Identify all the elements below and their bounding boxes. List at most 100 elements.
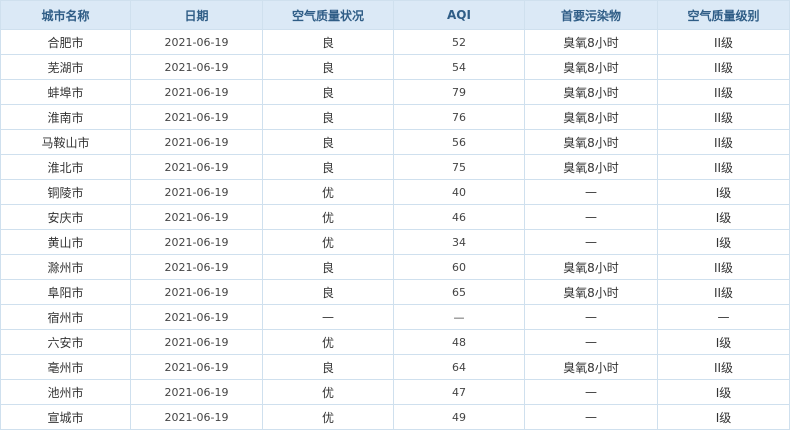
cell-level: I级 xyxy=(657,229,790,255)
table-row: 蚌埠市 2021-06-19 良 79 臭氧8小时 II级 xyxy=(0,79,790,105)
cell-aqi: 79 xyxy=(393,79,525,105)
cell-city: 池州市 xyxy=(0,379,131,405)
cell-level: — xyxy=(657,304,790,330)
cell-city: 阜阳市 xyxy=(0,279,131,305)
cell-aqi: 75 xyxy=(393,154,525,180)
cell-pollutant: — xyxy=(524,404,658,430)
cell-date: 2021-06-19 xyxy=(130,329,263,355)
cell-status: 良 xyxy=(262,254,394,280)
header-status: 空气质量状况 xyxy=(262,0,394,30)
table-row: 淮南市 2021-06-19 良 76 臭氧8小时 II级 xyxy=(0,104,790,130)
cell-status: 优 xyxy=(262,229,394,255)
cell-pollutant: 臭氧8小时 xyxy=(524,104,658,130)
cell-date: 2021-06-19 xyxy=(130,79,263,105)
cell-city: 合肥市 xyxy=(0,29,131,55)
table-header-row: 城市名称 日期 空气质量状况 AQI 首要污染物 空气质量级别 xyxy=(0,0,790,30)
cell-date: 2021-06-19 xyxy=(130,54,263,80)
table-row: 黄山市 2021-06-19 优 34 — I级 xyxy=(0,229,790,255)
cell-level: I级 xyxy=(657,204,790,230)
cell-status: 优 xyxy=(262,379,394,405)
cell-date: 2021-06-19 xyxy=(130,304,263,330)
cell-status: 良 xyxy=(262,54,394,80)
cell-pollutant: — xyxy=(524,329,658,355)
cell-level: I级 xyxy=(657,379,790,405)
cell-date: 2021-06-19 xyxy=(130,254,263,280)
cell-aqi: 49 xyxy=(393,404,525,430)
table-row: 阜阳市 2021-06-19 良 65 臭氧8小时 II级 xyxy=(0,279,790,305)
cell-level: II级 xyxy=(657,129,790,155)
cell-level: II级 xyxy=(657,79,790,105)
cell-aqi: 34 xyxy=(393,229,525,255)
cell-date: 2021-06-19 xyxy=(130,154,263,180)
cell-status: 良 xyxy=(262,129,394,155)
cell-city: 马鞍山市 xyxy=(0,129,131,155)
cell-level: II级 xyxy=(657,54,790,80)
cell-level: I级 xyxy=(657,329,790,355)
cell-aqi: 65 xyxy=(393,279,525,305)
cell-level: I级 xyxy=(657,404,790,430)
cell-aqi: — xyxy=(393,304,525,330)
cell-status: 良 xyxy=(262,29,394,55)
header-level: 空气质量级别 xyxy=(657,0,790,30)
cell-city: 六安市 xyxy=(0,329,131,355)
cell-city: 蚌埠市 xyxy=(0,79,131,105)
cell-level: II级 xyxy=(657,279,790,305)
header-pollutant: 首要污染物 xyxy=(524,0,658,30)
cell-status: 良 xyxy=(262,79,394,105)
cell-aqi: 60 xyxy=(393,254,525,280)
cell-city: 滁州市 xyxy=(0,254,131,280)
cell-level: II级 xyxy=(657,154,790,180)
cell-aqi: 46 xyxy=(393,204,525,230)
cell-aqi: 40 xyxy=(393,179,525,205)
cell-aqi: 54 xyxy=(393,54,525,80)
cell-status: 良 xyxy=(262,354,394,380)
cell-city: 黄山市 xyxy=(0,229,131,255)
cell-date: 2021-06-19 xyxy=(130,279,263,305)
cell-date: 2021-06-19 xyxy=(130,404,263,430)
cell-date: 2021-06-19 xyxy=(130,204,263,230)
cell-date: 2021-06-19 xyxy=(130,29,263,55)
header-aqi: AQI xyxy=(393,0,525,30)
cell-pollutant: 臭氧8小时 xyxy=(524,154,658,180)
cell-aqi: 76 xyxy=(393,104,525,130)
cell-status: 良 xyxy=(262,154,394,180)
table-row: 池州市 2021-06-19 优 47 — I级 xyxy=(0,379,790,405)
cell-pollutant: 臭氧8小时 xyxy=(524,79,658,105)
cell-level: II级 xyxy=(657,354,790,380)
cell-date: 2021-06-19 xyxy=(130,104,263,130)
cell-pollutant: 臭氧8小时 xyxy=(524,29,658,55)
cell-level: II级 xyxy=(657,104,790,130)
cell-city: 淮南市 xyxy=(0,104,131,130)
cell-level: I级 xyxy=(657,179,790,205)
cell-status: 优 xyxy=(262,404,394,430)
cell-aqi: 64 xyxy=(393,354,525,380)
cell-date: 2021-06-19 xyxy=(130,179,263,205)
cell-pollutant: — xyxy=(524,204,658,230)
cell-city: 芜湖市 xyxy=(0,54,131,80)
cell-pollutant: 臭氧8小时 xyxy=(524,129,658,155)
table-row: 亳州市 2021-06-19 良 64 臭氧8小时 II级 xyxy=(0,354,790,380)
table-row: 安庆市 2021-06-19 优 46 — I级 xyxy=(0,204,790,230)
cell-status: 良 xyxy=(262,104,394,130)
cell-status: 优 xyxy=(262,179,394,205)
cell-pollutant: — xyxy=(524,304,658,330)
header-city: 城市名称 xyxy=(0,0,131,30)
cell-level: II级 xyxy=(657,29,790,55)
cell-pollutant: 臭氧8小时 xyxy=(524,254,658,280)
cell-pollutant: 臭氧8小时 xyxy=(524,54,658,80)
cell-level: II级 xyxy=(657,254,790,280)
cell-status: 优 xyxy=(262,329,394,355)
cell-pollutant: — xyxy=(524,179,658,205)
cell-date: 2021-06-19 xyxy=(130,354,263,380)
cell-date: 2021-06-19 xyxy=(130,229,263,255)
air-quality-table: 城市名称 日期 空气质量状况 AQI 首要污染物 空气质量级别 合肥市 2021… xyxy=(0,0,790,430)
cell-status: 优 xyxy=(262,204,394,230)
table-row: 宣城市 2021-06-19 优 49 — I级 xyxy=(0,404,790,430)
cell-date: 2021-06-19 xyxy=(130,379,263,405)
cell-status: — xyxy=(262,304,394,330)
cell-city: 安庆市 xyxy=(0,204,131,230)
cell-date: 2021-06-19 xyxy=(130,129,263,155)
cell-pollutant: 臭氧8小时 xyxy=(524,279,658,305)
cell-city: 宿州市 xyxy=(0,304,131,330)
table-row: 合肥市 2021-06-19 良 52 臭氧8小时 II级 xyxy=(0,29,790,55)
